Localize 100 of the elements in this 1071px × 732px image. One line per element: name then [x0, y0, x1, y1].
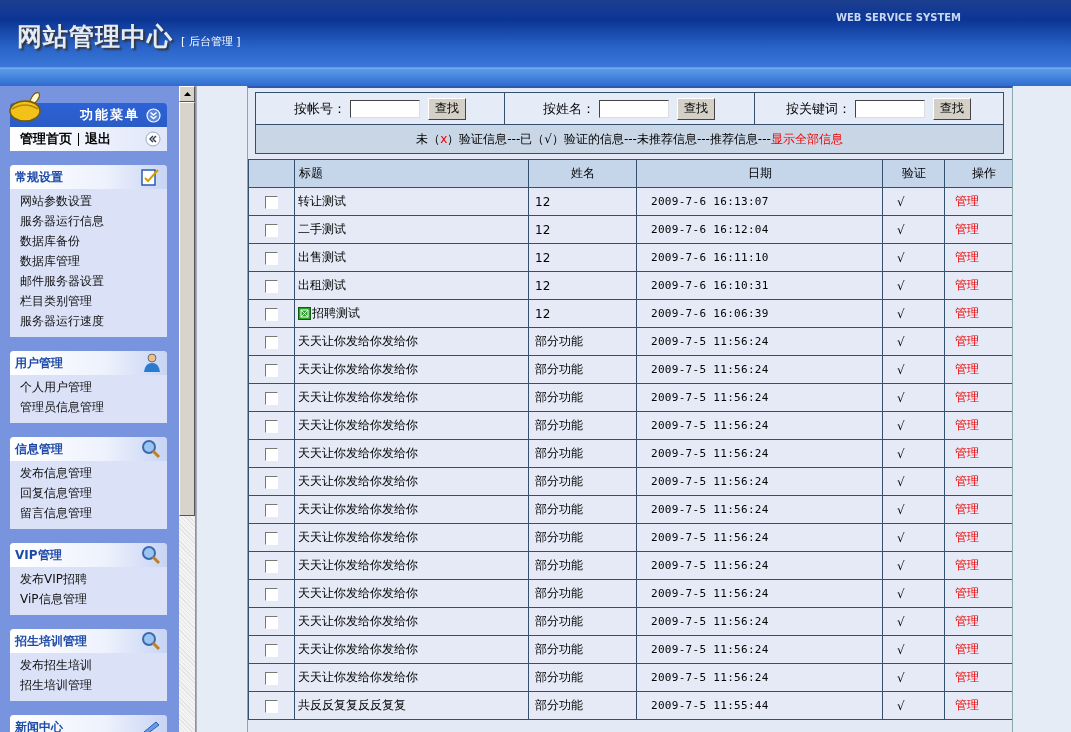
- name-cell: 部分功能: [535, 586, 583, 600]
- manage-link[interactable]: 管理: [955, 390, 979, 404]
- verified-cell: √: [897, 250, 905, 265]
- manage-link[interactable]: 管理: [955, 474, 979, 488]
- search-field[interactable]: [599, 99, 670, 118]
- manage-link[interactable]: 管理: [955, 670, 979, 684]
- menu-item[interactable]: 发布VIP招聘: [20, 569, 167, 589]
- row-checkbox[interactable]: [265, 699, 278, 713]
- row-checkbox[interactable]: [265, 251, 278, 265]
- menu-item[interactable]: 数据库备份: [20, 231, 167, 251]
- search-button[interactable]: 查找: [677, 97, 716, 120]
- name-cell: 部分功能: [535, 446, 583, 460]
- menu-item[interactable]: 发布信息管理: [20, 463, 167, 483]
- manage-link[interactable]: 管理: [955, 530, 979, 544]
- row-checkbox[interactable]: [265, 307, 278, 321]
- title-cell: 天天让你发给你发给你: [298, 389, 418, 406]
- menu-item[interactable]: 服务器运行信息: [20, 211, 167, 231]
- name-cell: 部分功能: [535, 474, 583, 488]
- manage-link[interactable]: 管理: [955, 250, 979, 264]
- row-checkbox[interactable]: [265, 475, 278, 489]
- menu-item[interactable]: 发布招生培训: [20, 655, 167, 675]
- menu-item[interactable]: 邮件服务器设置: [20, 271, 167, 291]
- menu-item[interactable]: 留言信息管理: [20, 503, 167, 523]
- search-field[interactable]: [350, 99, 421, 118]
- name-cell: 部分功能: [535, 390, 583, 404]
- scroll-thumb[interactable]: [179, 102, 195, 516]
- manage-link[interactable]: 管理: [955, 278, 979, 292]
- row-checkbox[interactable]: [265, 643, 278, 657]
- manage-link[interactable]: 管理: [955, 362, 979, 376]
- menu-item[interactable]: 网站参数设置: [20, 191, 167, 211]
- date-cell: 2009-7-6 16:10:31: [651, 279, 769, 292]
- verified-cell: √: [897, 670, 905, 685]
- manage-link[interactable]: 管理: [955, 698, 979, 712]
- row-checkbox[interactable]: [265, 335, 278, 349]
- date-cell: 2009-7-5 11:56:24: [651, 335, 769, 348]
- name-cell: 部分功能: [535, 698, 583, 712]
- verified-cell: √: [897, 474, 905, 489]
- row-checkbox[interactable]: [265, 447, 278, 461]
- manage-link[interactable]: 管理: [955, 446, 979, 460]
- row-checkbox[interactable]: [265, 559, 278, 573]
- row-checkbox[interactable]: [265, 363, 278, 377]
- verified-cell: √: [897, 306, 905, 321]
- menu-item[interactable]: 管理员信息管理: [20, 397, 167, 417]
- manage-link[interactable]: 管理: [955, 586, 979, 600]
- scroll-up-icon[interactable]: [183, 92, 191, 96]
- menu-link[interactable]: 退出: [85, 130, 111, 148]
- manage-link[interactable]: 管理: [955, 642, 979, 656]
- manage-link[interactable]: 管理: [955, 558, 979, 572]
- menu-item[interactable]: 回复信息管理: [20, 483, 167, 503]
- menu-item[interactable]: 个人用户管理: [20, 377, 167, 397]
- scrollbar[interactable]: [179, 86, 195, 732]
- row-checkbox[interactable]: [265, 531, 278, 545]
- date-cell: 2009-7-5 11:56:24: [651, 503, 769, 516]
- name-cell: 部分功能: [535, 558, 583, 572]
- name-cell: 12: [535, 194, 551, 209]
- manage-link[interactable]: 管理: [955, 222, 979, 236]
- row-checkbox[interactable]: [265, 671, 278, 685]
- manage-link[interactable]: 管理: [955, 194, 979, 208]
- row-checkbox[interactable]: [265, 587, 278, 601]
- search-button[interactable]: 查找: [933, 97, 972, 120]
- menu-item[interactable]: 数据库管理: [20, 251, 167, 271]
- row-checkbox[interactable]: [265, 223, 278, 237]
- name-cell: 12: [535, 306, 551, 321]
- manage-link[interactable]: 管理: [955, 334, 979, 348]
- verified-cell: √: [897, 698, 905, 713]
- verified-cell: √: [897, 558, 905, 573]
- double-chevron-left-icon[interactable]: [145, 131, 161, 147]
- name-cell: 部分功能: [535, 614, 583, 628]
- name-cell: 12: [535, 222, 551, 237]
- user-icon: [141, 353, 161, 373]
- manage-link[interactable]: 管理: [955, 614, 979, 628]
- menu-item[interactable]: 栏目类别管理: [20, 291, 167, 311]
- search-button[interactable]: 查找: [428, 97, 467, 120]
- date-cell: 2009-7-6 16:06:39: [651, 307, 769, 320]
- search-field[interactable]: [855, 99, 926, 118]
- menu-item[interactable]: 服务器运行速度: [20, 311, 167, 331]
- filter-legend-text[interactable]: 未（x）验证信息---已（√）验证的信息---未推荐信息---推荐信息---: [416, 130, 771, 148]
- verified-cell: √: [897, 194, 905, 209]
- row-checkbox[interactable]: [265, 503, 278, 517]
- row-checkbox[interactable]: [265, 391, 278, 405]
- manage-link[interactable]: 管理: [955, 418, 979, 432]
- row-checkbox[interactable]: [265, 615, 278, 629]
- collapse-icon[interactable]: [146, 107, 161, 123]
- title-cell: 二手测试: [298, 221, 346, 238]
- title-cell: 天天让你发给你发给你: [298, 445, 418, 462]
- menu-item[interactable]: 招生培训管理: [20, 675, 167, 695]
- verified-cell: √: [897, 222, 905, 237]
- row-checkbox[interactable]: [265, 279, 278, 293]
- manage-link[interactable]: 管理: [955, 502, 979, 516]
- name-cell: 部分功能: [535, 362, 583, 376]
- row-checkbox[interactable]: [265, 419, 278, 433]
- manage-link[interactable]: 管理: [955, 306, 979, 320]
- menu-item[interactable]: ViP信息管理: [20, 589, 167, 609]
- name-cell: 部分功能: [535, 418, 583, 432]
- search-icon: [141, 545, 161, 565]
- name-cell: 部分功能: [535, 334, 583, 348]
- date-cell: 2009-7-5 11:55:44: [651, 699, 769, 712]
- menu-link[interactable]: 管理首页: [20, 130, 72, 148]
- date-cell: 2009-7-5 11:56:24: [651, 419, 769, 432]
- row-checkbox[interactable]: [265, 195, 278, 209]
